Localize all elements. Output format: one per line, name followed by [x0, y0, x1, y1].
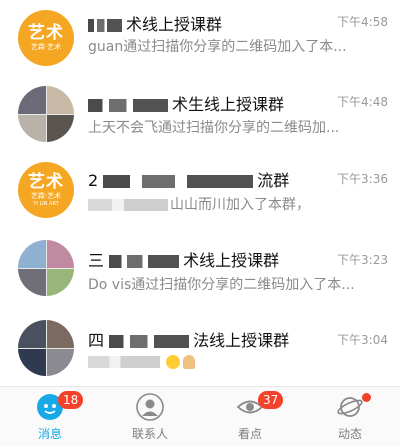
chat-list-item[interactable]: 四 法线上授课群 下午3:04	[0, 306, 400, 382]
bottom-tab-bar: 18 消息 联系人 37 看点 动态	[0, 386, 400, 447]
chat-time: 下午3:04	[337, 333, 388, 347]
chat-list-item[interactable]: 术生线上授课群 下午4:48 上天不会飞通过扫描你分享的二维码加...	[0, 78, 400, 154]
redacted-text	[103, 175, 254, 188]
tab-messages[interactable]: 18 消息	[0, 387, 100, 447]
planet-icon	[337, 397, 363, 417]
group-avatar: 艺术 艺霖·艺术 YI LIN ART	[18, 162, 74, 218]
group-avatar: 艺术 艺霖·艺术	[18, 10, 74, 66]
avatar-tile	[46, 320, 74, 348]
redacted-text	[88, 199, 168, 211]
chat-list-item[interactable]: 三 术线上授课群 下午3:23 Do vis通过扫描你分享的二维码加入了本...	[0, 230, 400, 306]
notification-dot	[362, 393, 371, 402]
unread-badge: 18	[58, 391, 84, 409]
avatar-tile	[18, 348, 46, 376]
chat-list-item[interactable]: 艺术 艺霖·艺术 YI LIN ART 2 流群 下午3:36 山山而川加入了本…	[0, 154, 400, 230]
redacted-text	[88, 99, 168, 112]
group-avatar	[18, 86, 74, 142]
redacted-text	[109, 335, 190, 348]
avatar-tile	[18, 268, 46, 296]
avatar-caption-en: YI LIN ART	[33, 200, 59, 207]
avatar-logo: 艺术	[28, 22, 64, 43]
redacted-text	[88, 356, 160, 368]
chat-title: 三 术线上授课群	[88, 251, 280, 270]
chat-time: 下午4:58	[337, 15, 388, 29]
avatar-caption: 艺霖·艺术	[30, 191, 62, 200]
tab-watch[interactable]: 37 看点	[200, 387, 300, 447]
avatar-tile	[46, 86, 74, 114]
avatar-logo: 艺术	[28, 171, 64, 192]
chat-title: 2 流群	[88, 171, 290, 190]
avatar-tile	[46, 240, 74, 268]
chat-title: 术线上授课群	[88, 11, 342, 35]
avatar-tile	[46, 114, 74, 142]
tab-contacts[interactable]: 联系人	[100, 387, 200, 447]
chat-time: 下午3:36	[337, 172, 388, 186]
avatar-tile	[46, 268, 74, 296]
chat-preview: Do vis通过扫描你分享的二维码加入了本...	[88, 277, 355, 293]
tab-label: 消息	[37, 427, 62, 441]
laugh-emoji-icon	[166, 355, 180, 369]
chat-list: 艺术 艺霖·艺术 术线上授课群 下午4:58 guan通过扫描你分享的二维码加入…	[0, 0, 400, 387]
tab-label: 动态	[337, 427, 362, 441]
chat-list-item[interactable]: 艺术 艺霖·艺术 术线上授课群 下午4:58 guan通过扫描你分享的二维码加入…	[0, 2, 400, 78]
avatar-caption: 艺霖·艺术	[30, 42, 62, 51]
chat-preview	[88, 354, 384, 370]
avatar-tile	[18, 240, 46, 268]
tab-label: 看点	[237, 427, 262, 441]
avatar-tile	[18, 114, 46, 142]
redacted-text	[88, 19, 122, 32]
chat-preview: 上天不会飞通过扫描你分享的二维码加...	[88, 120, 340, 136]
avatar-tile	[18, 86, 46, 114]
avatar-tile	[18, 320, 46, 348]
redacted-text	[109, 255, 180, 268]
praying-hands-emoji-icon	[183, 355, 195, 369]
chat-preview: guan通过扫描你分享的二维码加入了本...	[88, 39, 347, 55]
group-avatar	[18, 320, 74, 376]
avatar-tile	[46, 348, 74, 376]
group-avatar	[18, 240, 74, 296]
unread-badge: 37	[258, 391, 284, 409]
contact-person-icon	[136, 393, 164, 421]
chat-title: 四 法线上授课群	[88, 331, 290, 350]
tab-label: 联系人	[131, 427, 168, 441]
chat-title: 术生线上授课群	[88, 91, 342, 115]
chat-time: 下午4:48	[337, 95, 388, 109]
tab-feed[interactable]: 动态	[300, 387, 400, 447]
chat-time: 下午3:23	[337, 253, 388, 267]
chat-preview: 山山而川加入了本群，	[88, 194, 384, 214]
